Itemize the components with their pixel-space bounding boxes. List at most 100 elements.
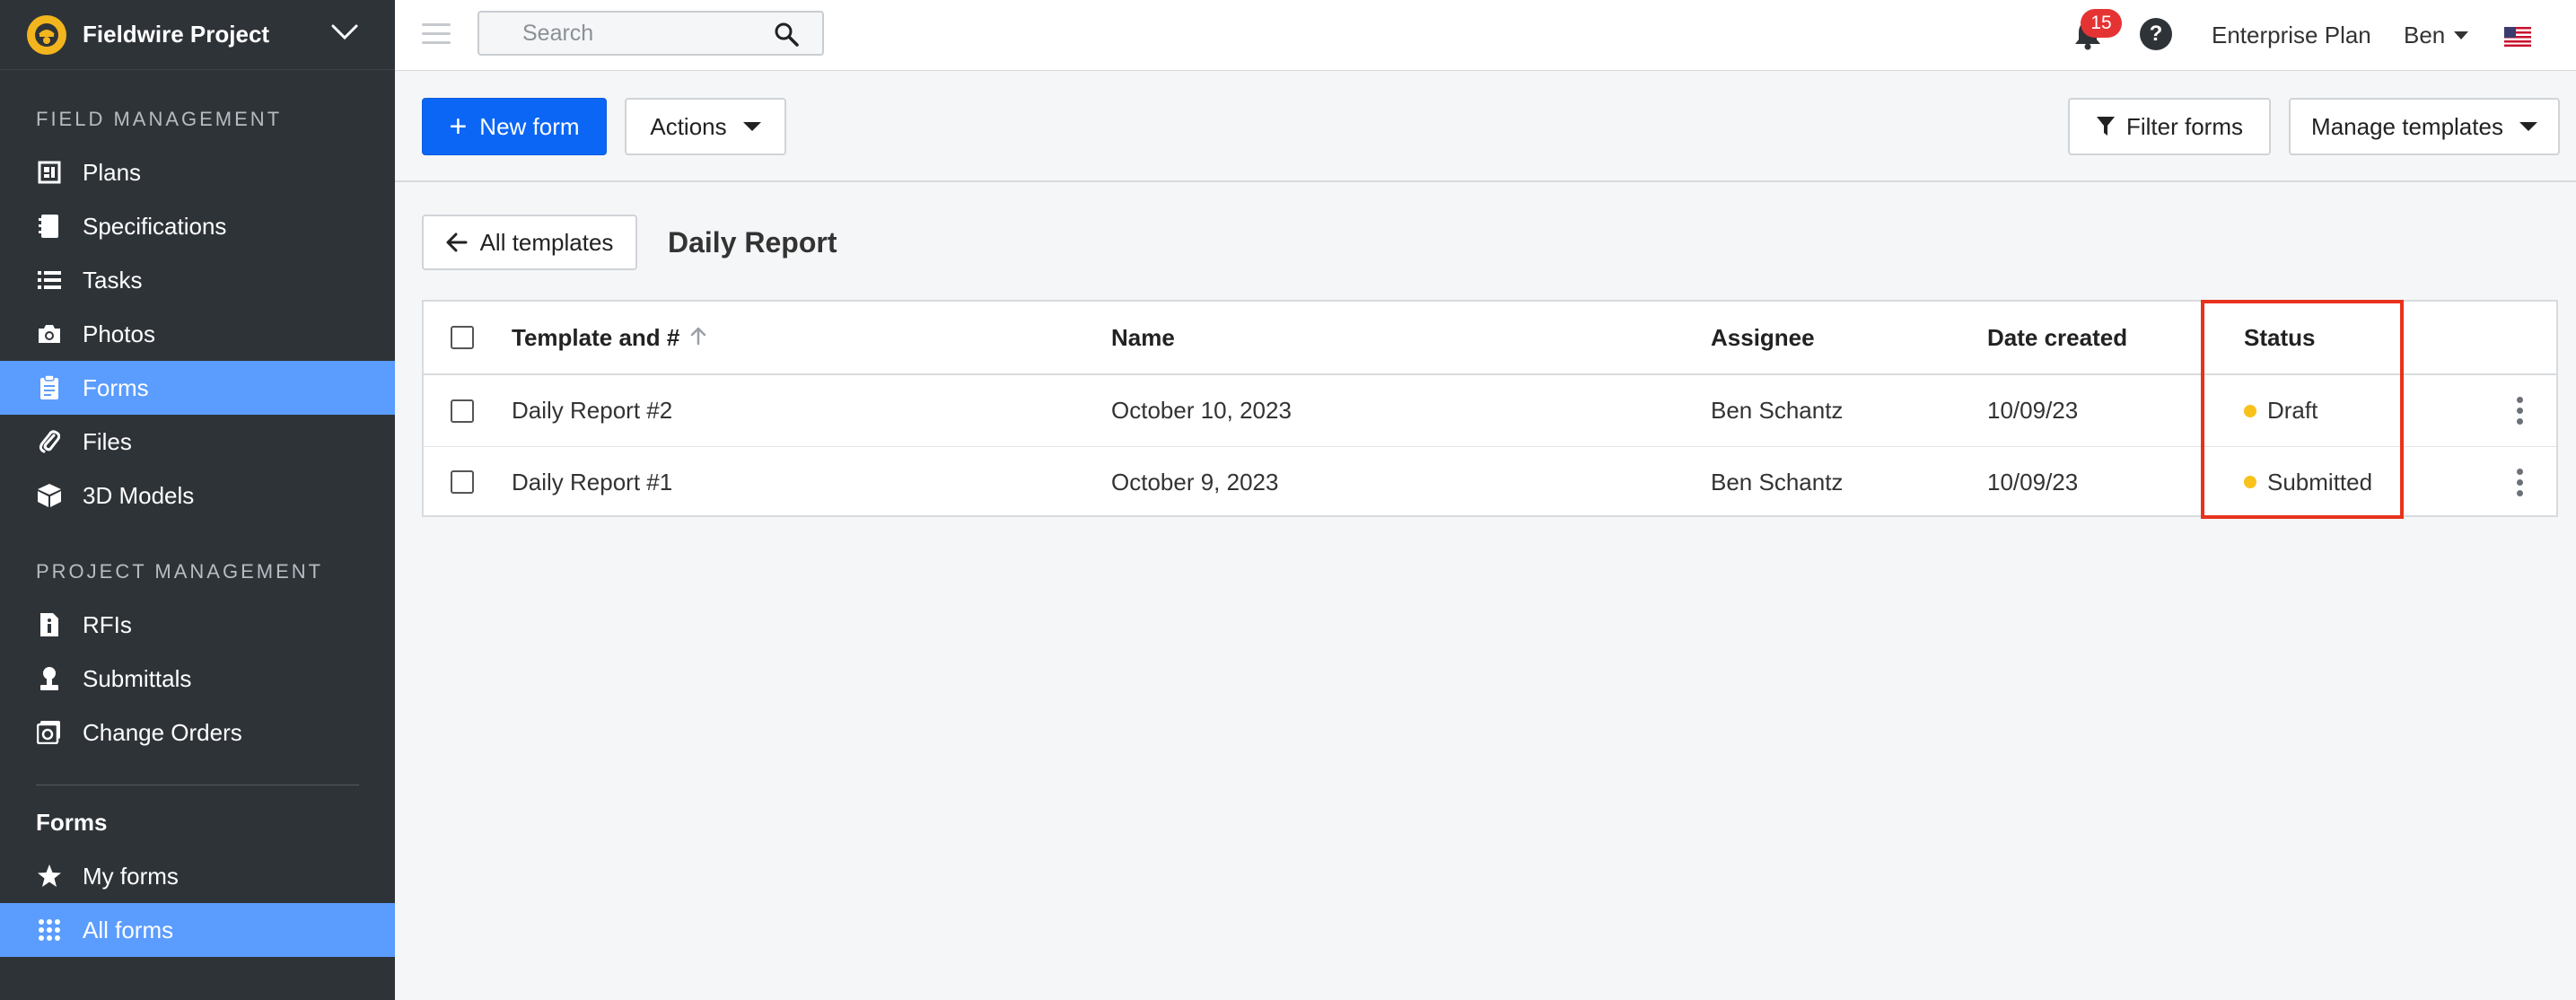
column-header-status[interactable]: Status [2244, 324, 2315, 352]
caret-down-icon [2519, 122, 2537, 131]
sidebar-item-label: Plans [83, 158, 142, 186]
sidebar-item-label: Forms [83, 373, 149, 401]
column-header-date-created[interactable]: Date created [1987, 324, 2127, 352]
submittals-icon [36, 665, 63, 692]
sidebar-item-specifications[interactable]: Specifications [0, 199, 395, 253]
cell-date-created: 10/09/23 [1987, 468, 2079, 496]
column-header-template[interactable]: Template and # [512, 324, 706, 352]
search-input[interactable] [479, 20, 767, 47]
sidebar-item-plans[interactable]: Plans [0, 145, 395, 199]
page-title: Daily Report [668, 226, 837, 259]
plus-icon: + [449, 110, 468, 144]
filter-forms-button[interactable]: Filter forms [2068, 98, 2271, 155]
column-header-label: Template and # [512, 323, 680, 351]
manage-templates-dropdown[interactable]: Manage templates [2289, 98, 2560, 155]
field-management-label: FIELD MANAGEMENT [36, 108, 283, 130]
us-flag-icon[interactable] [2504, 27, 2531, 47]
sidebar-item-label: Tasks [83, 266, 143, 294]
cell-assignee: Ben Schantz [1711, 468, 1844, 496]
sidebar-item-all-forms[interactable]: All forms [0, 903, 395, 957]
help-icon[interactable]: ? [2140, 18, 2172, 50]
status-label: Submitted [2267, 468, 2373, 496]
manage-templates-label: Manage templates [2311, 112, 2503, 140]
sidebar-item-label: Submittals [83, 664, 192, 692]
sidebar-item-label: My forms [83, 862, 179, 890]
sidebar-item-photos[interactable]: Photos [0, 307, 395, 361]
sidebar-item-label: Photos [83, 320, 155, 347]
arrow-left-icon [446, 232, 468, 252]
specifications-icon [36, 213, 63, 240]
sidebar: Fieldwire Project FIELD MANAGEMENT Plans… [0, 0, 395, 1000]
cell-name: October 10, 2023 [1111, 397, 1292, 424]
filter-icon [2096, 116, 2116, 137]
table-row[interactable]: Daily Report #2 October 10, 2023 Ben Sch… [424, 375, 2556, 447]
caret-down-icon [742, 122, 761, 131]
plan-label[interactable]: Enterprise Plan [2212, 22, 2371, 49]
paperclip-icon [36, 428, 63, 455]
status-label: Draft [2267, 397, 2318, 424]
select-all-checkbox[interactable] [451, 326, 474, 349]
project-management-label: PROJECT MANAGEMENT [36, 560, 324, 583]
cell-template: Daily Report #1 [512, 468, 673, 496]
notification-badge[interactable]: 15 [2081, 9, 2122, 38]
sidebar-item-forms[interactable]: Forms [0, 361, 395, 415]
sidebar-item-label: All forms [83, 916, 174, 943]
sidebar-item-tasks[interactable]: Tasks [0, 253, 395, 307]
table-row[interactable]: Daily Report #1 October 9, 2023 Ben Scha… [424, 447, 2556, 517]
sidebar-item-rfis[interactable]: RFIs [0, 598, 395, 652]
user-menu[interactable]: Ben [2404, 22, 2469, 49]
status-dot [2244, 476, 2256, 488]
all-templates-label: All templates [479, 228, 614, 256]
all-templates-button[interactable]: All templates [422, 215, 637, 270]
hamburger-menu-icon[interactable] [422, 23, 451, 50]
clipboard-icon [36, 374, 63, 401]
project-name: Fieldwire Project [83, 21, 270, 48]
row-checkbox[interactable] [451, 399, 474, 423]
fieldwire-logo-icon [27, 14, 66, 55]
action-bar: + New form Actions Filter forms Manage t… [395, 71, 2576, 182]
new-form-label: New form [479, 112, 580, 140]
actions-dropdown[interactable]: Actions [625, 98, 786, 155]
sidebar-item-label: 3D Models [83, 481, 195, 509]
sidebar-item-my-forms[interactable]: My forms [0, 849, 395, 903]
sidebar-item-submittals[interactable]: Submittals [0, 652, 395, 706]
column-header-name[interactable]: Name [1111, 324, 1175, 352]
sidebar-item-label: Specifications [83, 212, 227, 240]
search-box [478, 11, 824, 56]
search-icon[interactable] [774, 22, 799, 51]
chevron-down-icon[interactable] [330, 23, 359, 46]
change-orders-icon [36, 719, 63, 746]
sidebar-item-change-orders[interactable]: Change Orders [0, 706, 395, 759]
forms-table: Template and # Name Assignee Date create… [422, 300, 2558, 517]
column-header-assignee[interactable]: Assignee [1711, 324, 1815, 352]
sidebar-item-label: RFIs [83, 610, 132, 638]
plans-icon [36, 159, 63, 186]
sidebar-item-label: Files [83, 427, 132, 455]
rfi-icon [36, 611, 63, 638]
cell-date-created: 10/09/23 [1987, 397, 2079, 424]
new-form-button[interactable]: + New form [422, 98, 607, 155]
cell-assignee: Ben Schantz [1711, 397, 1844, 424]
cell-template: Daily Report #2 [512, 397, 673, 424]
forms-section-title: Forms [36, 809, 108, 836]
status-dot [2244, 404, 2256, 417]
cell-status: Draft [2244, 397, 2318, 425]
user-name: Ben [2404, 22, 2446, 48]
more-options-icon[interactable] [2517, 468, 2523, 496]
table-header-row: Template and # Name Assignee Date create… [424, 302, 2556, 375]
sort-ascending-icon[interactable] [690, 324, 706, 352]
star-icon [36, 863, 63, 890]
actions-label: Actions [650, 112, 727, 140]
cube-icon [36, 482, 63, 509]
cell-name: October 9, 2023 [1111, 468, 1279, 496]
more-options-icon[interactable] [2517, 397, 2523, 425]
project-switcher[interactable]: Fieldwire Project [0, 0, 395, 70]
filter-forms-label: Filter forms [2126, 112, 2243, 140]
top-bar: 15 ? Enterprise Plan Ben [395, 0, 2576, 71]
row-checkbox[interactable] [451, 470, 474, 494]
sidebar-item-3d-models[interactable]: 3D Models [0, 469, 395, 522]
cell-status: Submitted [2244, 469, 2372, 496]
tasks-icon [36, 267, 63, 294]
sidebar-item-files[interactable]: Files [0, 415, 395, 469]
grid-icon [36, 917, 63, 943]
